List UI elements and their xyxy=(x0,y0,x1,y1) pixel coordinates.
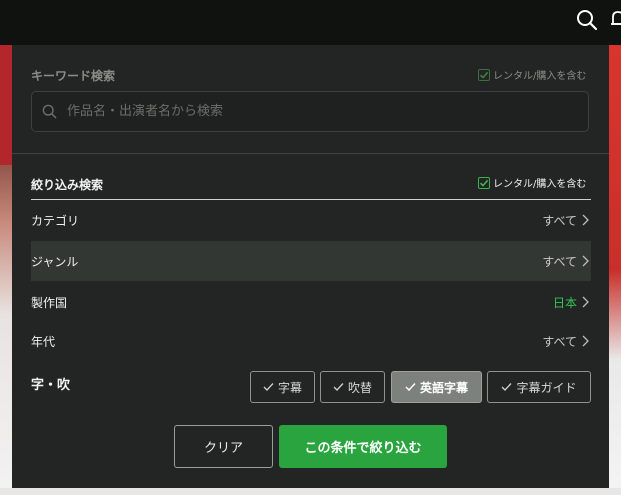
filter-include-rental-checkbox[interactable]: レンタル/購入を含む xyxy=(478,175,586,190)
filter-row-value: すべて xyxy=(542,212,591,229)
filter-row-value: すべて xyxy=(542,333,591,350)
check-icon xyxy=(405,382,416,392)
filter-row-value-text: 日本 xyxy=(552,295,577,310)
filter-row-label: 製作国 xyxy=(31,295,68,310)
background-banner-right xyxy=(609,45,621,495)
chip-subtitles[interactable]: 字幕 xyxy=(250,371,315,403)
bell-icon xyxy=(611,11,621,25)
filter-row-label: カテゴリ xyxy=(31,213,80,228)
chip-label: 字幕 xyxy=(277,380,302,395)
filter-row-country[interactable]: 製作国 日本 xyxy=(31,282,591,322)
check-icon xyxy=(502,383,512,391)
chip-label: 吹替 xyxy=(347,380,372,395)
checkbox-label: レンタル/購入を含む xyxy=(493,179,587,190)
background-banner-left xyxy=(0,45,12,495)
checkbox-label: レンタル/購入を含む xyxy=(493,71,587,82)
filter-row-label: ジャンル xyxy=(31,254,79,269)
check-icon xyxy=(333,383,344,391)
background-page-bottom xyxy=(0,488,621,495)
search-icon xyxy=(42,104,57,119)
filter-row-genre[interactable]: ジャンル すべて xyxy=(31,241,591,281)
search-filter-panel: キーワード検索 レンタル/購入を含む 絞り込み検索 レンタル/購入を含む カテゴ… xyxy=(12,45,609,488)
section-divider xyxy=(12,153,609,154)
filter-row-value-text: すべて xyxy=(542,334,577,349)
search-button[interactable] xyxy=(573,6,601,34)
filter-row-label: 年代 xyxy=(31,334,56,349)
keyword-include-rental-checkbox[interactable]: レンタル/購入を含む xyxy=(478,67,586,82)
chevron-right-icon xyxy=(582,255,589,267)
filter-row-value: 日本 xyxy=(553,294,591,311)
check-icon xyxy=(263,383,274,391)
check-icon xyxy=(479,71,489,79)
check-icon xyxy=(479,179,489,187)
filter-row-category[interactable]: カテゴリ すべて xyxy=(31,200,591,240)
filter-search-title: 絞り込み検索 xyxy=(31,178,104,192)
filter-row-value: すべて xyxy=(542,253,591,270)
filter-row-era[interactable]: 年代 すべて xyxy=(31,321,591,361)
apply-filter-button[interactable]: この条件で絞り込む xyxy=(279,425,447,468)
notification-button[interactable] xyxy=(610,8,621,32)
chip-english-subtitles[interactable]: 英語字幕 xyxy=(391,371,482,403)
filter-row-value-text: すべて xyxy=(542,254,577,269)
checkbox-box xyxy=(478,176,490,189)
top-bar xyxy=(0,0,621,45)
keyword-search-input[interactable] xyxy=(65,103,549,120)
keyword-search-title: キーワード検索 xyxy=(31,69,116,83)
chevron-right-icon xyxy=(582,214,589,226)
chip-dubbed[interactable]: 吹替 xyxy=(320,371,385,403)
keyword-search-field[interactable] xyxy=(31,91,589,132)
filter-row-value-text: すべて xyxy=(542,213,577,228)
search-icon xyxy=(577,10,598,31)
language-filter-label: 字・吹 xyxy=(31,378,71,393)
chevron-right-icon xyxy=(582,296,589,308)
checkbox-box xyxy=(478,68,490,81)
chip-subtitle-guide[interactable]: 字幕ガイド xyxy=(487,371,591,403)
clear-button[interactable]: クリア xyxy=(174,425,273,468)
chip-label: 字幕ガイド xyxy=(516,380,577,395)
chevron-right-icon xyxy=(582,335,589,347)
chip-label: 英語字幕 xyxy=(419,380,468,395)
